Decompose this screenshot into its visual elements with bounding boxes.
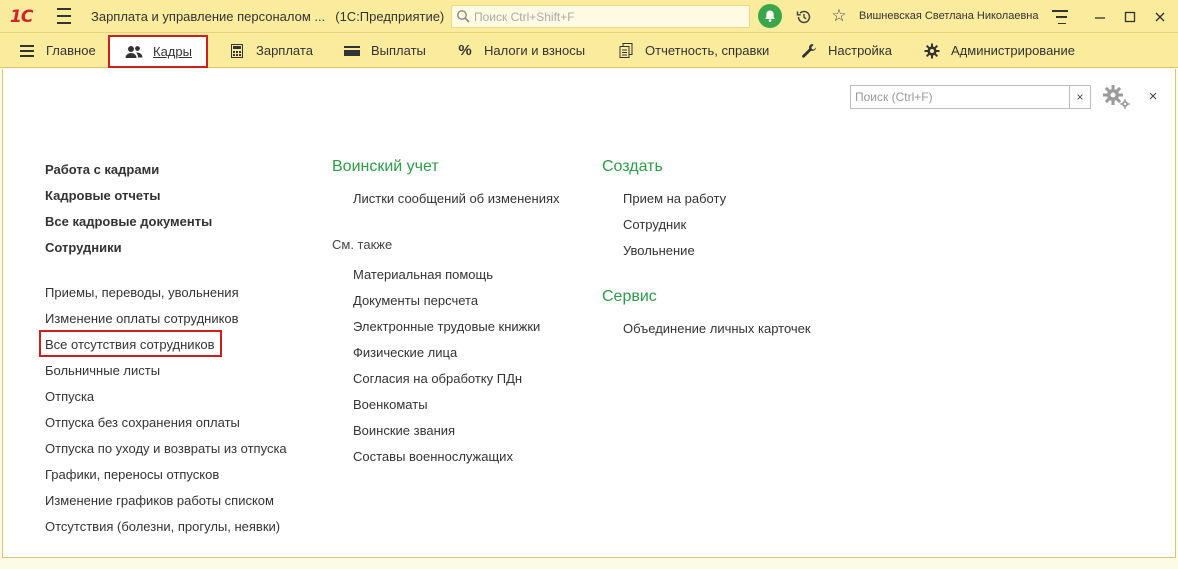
history-icon[interactable] <box>794 7 814 27</box>
link-merge-cards[interactable]: Объединение личных карточек <box>623 321 811 336</box>
link-hr-work[interactable]: Работа с кадрами <box>45 162 159 177</box>
section-payments[interactable]: Выплаты <box>343 33 426 68</box>
notifications-icon[interactable] <box>758 4 782 28</box>
clear-search-button[interactable]: × <box>1069 85 1091 109</box>
percent-icon: % <box>458 42 472 59</box>
group-title-service: Сервис <box>602 288 657 305</box>
section-salary[interactable]: Зарплата <box>228 33 313 68</box>
close-panel-icon[interactable]: × <box>1144 87 1162 105</box>
link-absences-list[interactable]: Отсутствия (болезни, прогулы, неявки) <box>45 519 280 534</box>
link-create-dismissal[interactable]: Увольнение <box>623 243 695 258</box>
app-logo: 1С <box>10 7 33 27</box>
section-settings[interactable]: Настройка <box>800 33 892 68</box>
wallet-icon <box>343 42 361 60</box>
group-title-military: Воинский учет <box>332 158 439 175</box>
section-label: Зарплата <box>256 43 313 58</box>
section-reports[interactable]: Отчетность, справки <box>617 33 769 68</box>
link-create-hiring[interactable]: Прием на работу <box>623 191 726 206</box>
link-all-hr-documents[interactable]: Все кадровые документы <box>45 214 212 229</box>
link-vacations[interactable]: Отпуска <box>45 389 94 404</box>
link-pay-changes[interactable]: Изменение оплаты сотрудников <box>45 311 239 326</box>
title-bar: 1С Зарплата и управление персоналом ... (… <box>0 0 1178 33</box>
search-icon <box>457 10 470 23</box>
section-label: Администрирование <box>951 43 1075 58</box>
window-title: Зарплата и управление персоналом ... (1С:… <box>91 9 444 24</box>
link-data-consents[interactable]: Согласия на обработку ПДн <box>353 371 522 386</box>
link-military-ranks[interactable]: Воинские звания <box>353 423 455 438</box>
global-search-input[interactable] <box>474 8 744 25</box>
link-employees[interactable]: Сотрудники <box>45 240 122 255</box>
section-taxes[interactable]: % Налоги и взносы <box>456 33 585 68</box>
content-search-input[interactable] <box>851 86 1069 108</box>
section-administration[interactable]: Администрирование <box>923 33 1075 68</box>
wrench-icon <box>800 42 818 60</box>
link-material-aid[interactable]: Материальная помощь <box>353 267 493 282</box>
link-military-offices[interactable]: Военкоматы <box>353 397 428 412</box>
section-label: Налоги и взносы <box>484 43 586 58</box>
sections-panel: Главное Кадры Зарплата Выплаты % Налоги … <box>0 33 1178 68</box>
people-icon <box>125 43 143 61</box>
documents-icon <box>617 42 635 60</box>
link-all-absences[interactable]: Все отсутствия сотрудников <box>45 337 215 352</box>
link-parental-leaves[interactable]: Отпуска по уходу и возвраты из отпуска <box>45 441 287 456</box>
gear-icon <box>923 42 941 60</box>
maximize-icon[interactable] <box>1120 7 1140 27</box>
link-vacation-schedules[interactable]: Графики, переносы отпусков <box>45 467 219 482</box>
menu-icon <box>18 42 36 60</box>
minimize-icon[interactable] <box>1090 7 1110 27</box>
link-electronic-workbooks[interactable]: Электронные трудовые книжки <box>353 319 540 334</box>
main-menu-icon[interactable] <box>55 8 73 24</box>
current-user[interactable]: Вишневская Светлана Николаевна <box>859 10 1039 22</box>
section-label: Отчетность, справки <box>645 43 770 58</box>
section-content: × × Работа с кадрами Кадровые отчеты Все… <box>2 69 1176 558</box>
section-hr[interactable]: Кадры <box>108 35 208 68</box>
section-label: Главное <box>46 43 96 58</box>
close-window-icon[interactable] <box>1150 7 1170 27</box>
link-change-notices[interactable]: Листки сообщений об изменениях <box>353 191 560 206</box>
link-hr-reports[interactable]: Кадровые отчеты <box>45 188 160 203</box>
panel-settings-gear-icon[interactable] <box>1102 84 1132 110</box>
calculator-icon <box>228 42 246 60</box>
section-label: Кадры <box>153 44 192 59</box>
link-sick-leaves[interactable]: Больничные листы <box>45 363 160 378</box>
link-military-staff[interactable]: Составы военнослужащих <box>353 449 513 464</box>
section-main[interactable]: Главное <box>18 33 96 68</box>
group-title-create: Создать <box>602 158 663 175</box>
app-name: Зарплата и управление персоналом ... <box>91 9 326 24</box>
platform-name: (1С:Предприятие) <box>335 9 445 24</box>
global-search[interactable] <box>451 5 750 28</box>
window-settings-icon[interactable] <box>1052 10 1068 24</box>
link-unpaid-vacations[interactable]: Отпуска без сохранения оплаты <box>45 415 240 430</box>
link-hirings-transfers[interactable]: Приемы, переводы, увольнения <box>45 285 239 300</box>
link-recalc-documents[interactable]: Документы персчета <box>353 293 478 308</box>
section-label: Выплаты <box>371 43 426 58</box>
link-create-employee[interactable]: Сотрудник <box>623 217 686 232</box>
see-also-label: См. также <box>332 237 393 252</box>
content-search[interactable] <box>850 85 1070 109</box>
link-work-schedule-changes[interactable]: Изменение графиков работы списком <box>45 493 274 508</box>
favorites-star-icon[interactable]: ☆ <box>829 6 849 26</box>
section-label: Настройка <box>828 43 892 58</box>
link-individuals[interactable]: Физические лица <box>353 345 457 360</box>
